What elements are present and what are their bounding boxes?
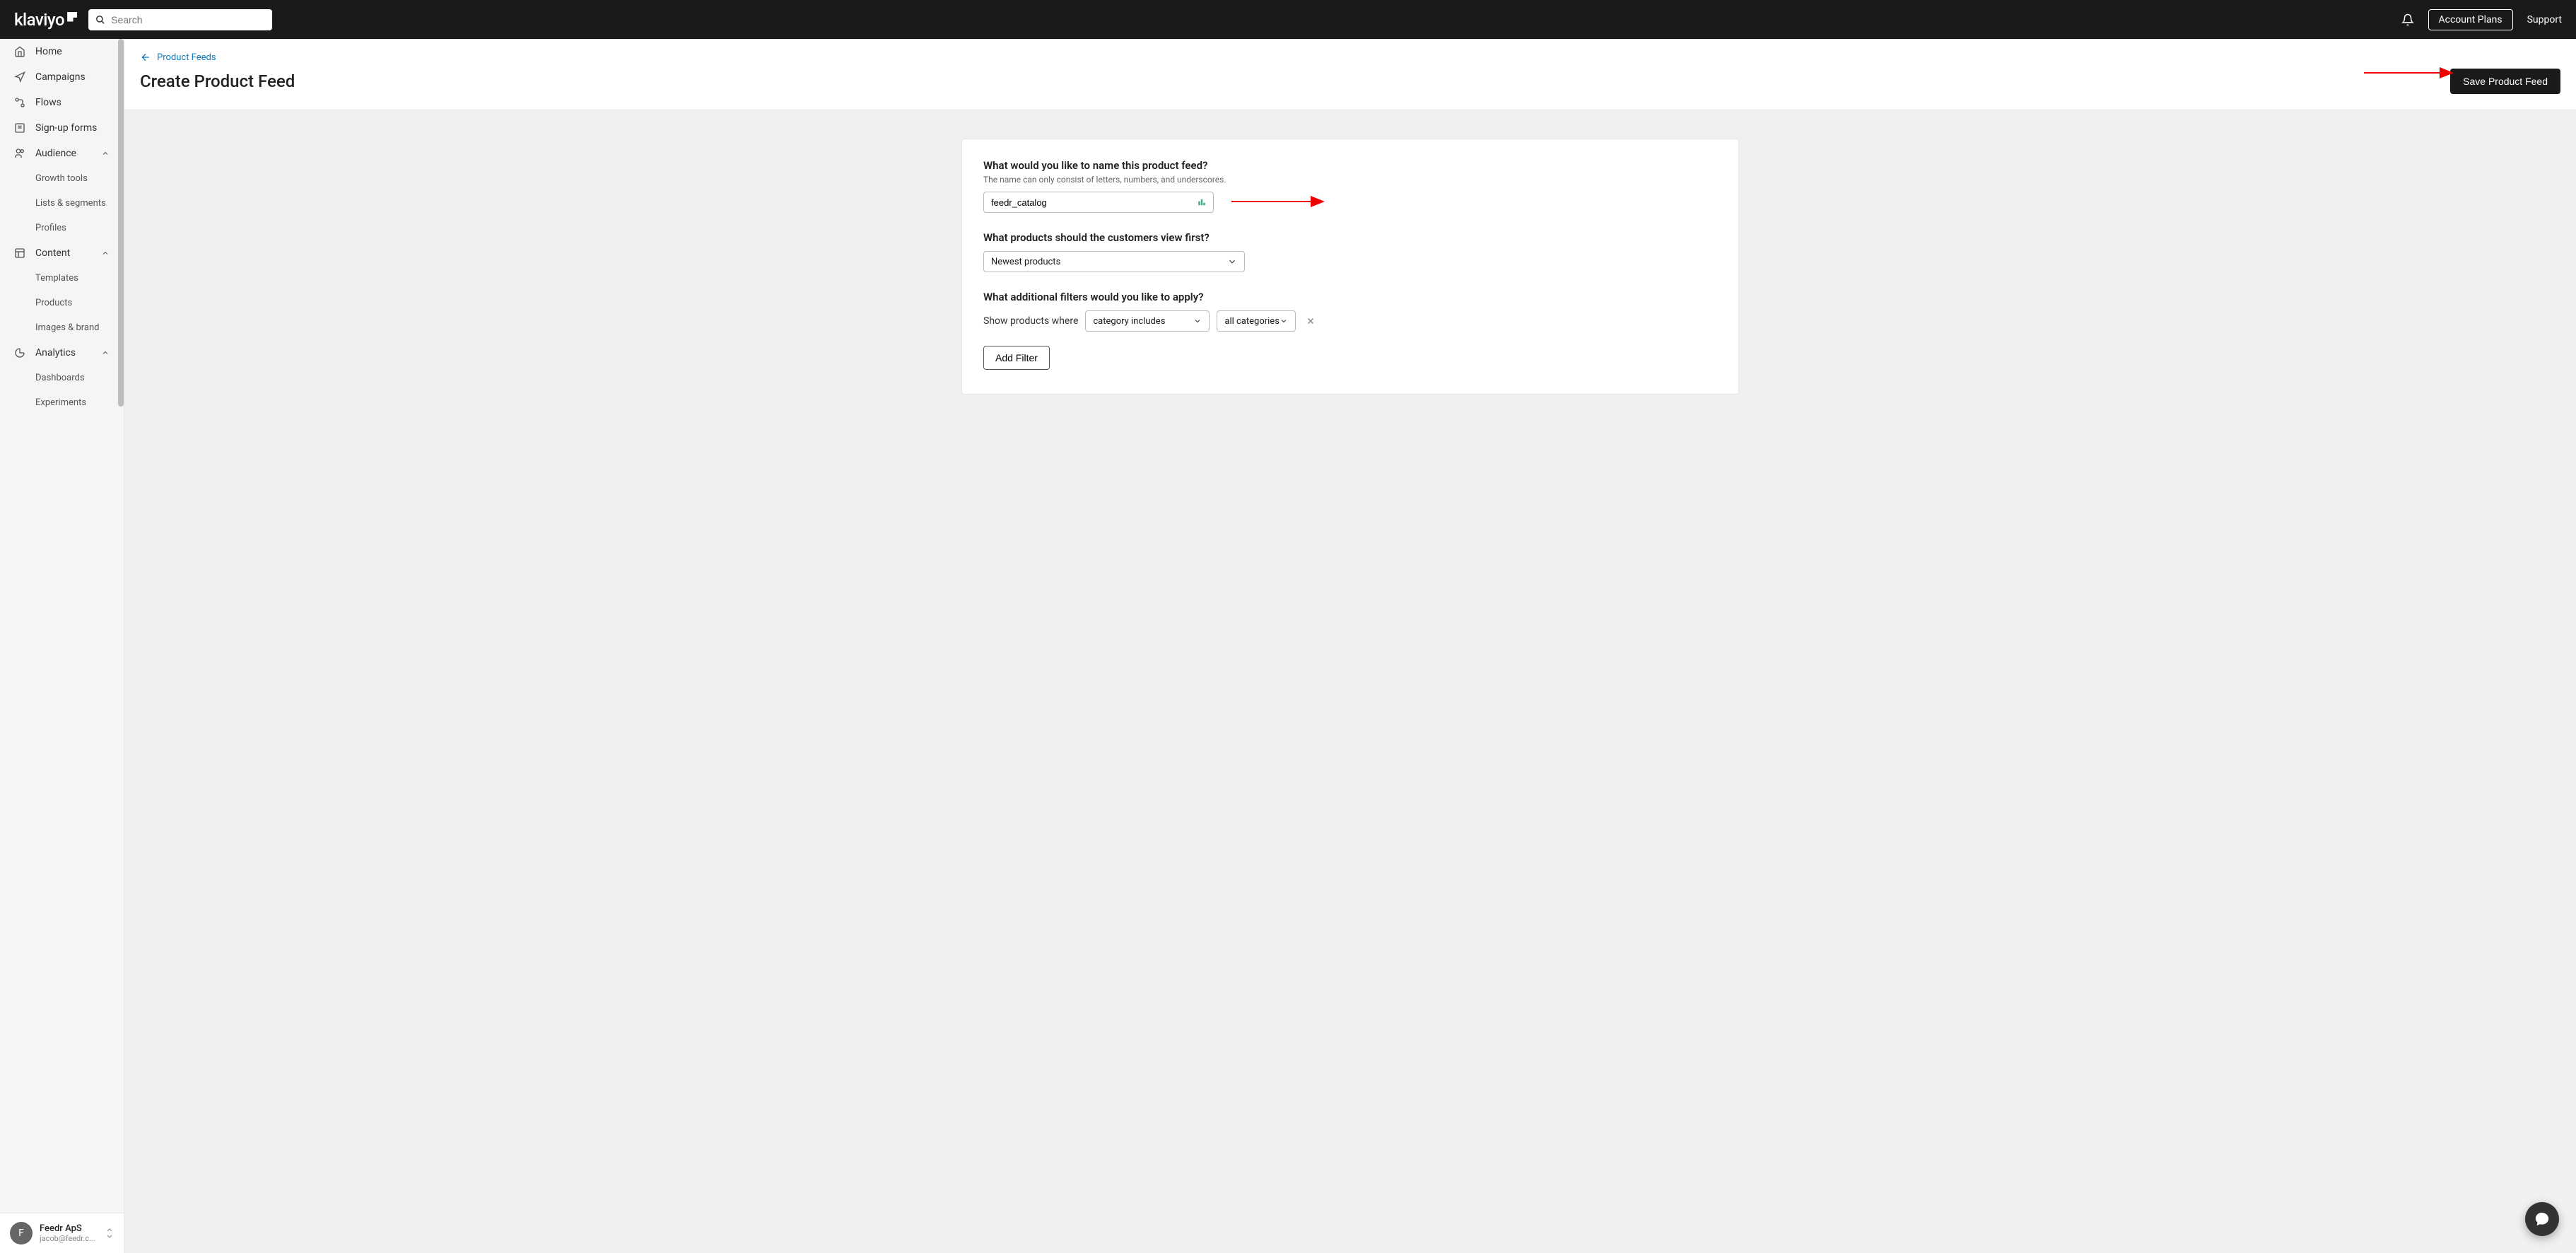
chat-fab[interactable] [2525,1202,2559,1236]
nav-label: Campaigns [35,71,86,83]
filter-val-value: all categories [1224,316,1280,327]
main-content: Product Feeds Create Product Feed Save P… [124,39,2576,1253]
nav-signup-forms[interactable]: Sign-up forms [0,115,124,141]
nav-label: Analytics [35,347,76,359]
chevron-down-icon [1227,257,1237,267]
search-input[interactable] [111,14,265,25]
feed-name-input-wrap[interactable] [983,192,1214,213]
save-button[interactable]: Save Product Feed [2450,69,2560,94]
nav-content[interactable]: Content [0,240,124,266]
question-sort: What products should the customers view … [983,231,1717,244]
nav-analytics[interactable]: Analytics [0,340,124,366]
filter-op-select[interactable]: category includes [1085,310,1210,332]
account-switcher[interactable]: F Feedr ApS jacob@feedr.c... [0,1213,124,1253]
remove-filter-button[interactable] [1303,316,1318,326]
nav-experiments[interactable]: Experiments [0,390,124,415]
nav-profiles[interactable]: Profiles [0,216,124,240]
avatar: F [10,1222,33,1245]
nav-label: Content [35,247,70,259]
nav-label: Flows [35,97,62,108]
question-filters: What additional filters would you like t… [983,291,1717,303]
home-icon [14,46,25,57]
nav-products[interactable]: Products [0,291,124,315]
nav-campaigns[interactable]: Campaigns [0,64,124,90]
nav-dashboards[interactable]: Dashboards [0,366,124,390]
form-card: What would you like to name this product… [961,139,1739,395]
chevron-up-icon [101,349,110,357]
nav-growth-tools[interactable]: Growth tools [0,166,124,191]
hint-name: The name can only consist of letters, nu… [983,175,1717,185]
sidebar-scrollbar[interactable] [118,39,124,407]
nav-label: Audience [35,148,76,159]
page-title: Create Product Feed [140,71,295,91]
logo-text: klaviyo [14,10,64,30]
feed-name-input[interactable] [991,197,1198,208]
filter-value-select[interactable]: all categories [1217,310,1296,332]
chevron-updown-icon [105,1228,114,1239]
add-filter-button[interactable]: Add Filter [983,346,1050,370]
close-icon [1306,316,1316,326]
chevron-up-icon [101,149,110,158]
support-link[interactable]: Support [2527,14,2562,25]
nav-images-brand[interactable]: Images & brand [0,315,124,340]
chart-icon [14,347,25,359]
search-box[interactable] [88,9,272,30]
search-icon [95,15,105,25]
filter-prefix: Show products where [983,315,1078,327]
nav-lists-segments[interactable]: Lists & segments [0,191,124,216]
logo[interactable]: klaviyo [14,10,77,30]
sort-select[interactable]: Newest products [983,251,1245,272]
chevron-down-icon [1193,317,1202,325]
nav-flows[interactable]: Flows [0,90,124,115]
sort-value: Newest products [991,257,1060,267]
account-plans-button[interactable]: Account Plans [2428,9,2513,30]
content-icon [14,247,25,259]
account-email: jacob@feedr.c... [40,1234,98,1243]
topbar: klaviyo Account Plans Support [0,0,2576,39]
chat-icon [2534,1211,2550,1227]
flow-icon [14,97,25,108]
logo-mark-icon [67,12,77,22]
chevron-down-icon [1280,317,1288,325]
back-label: Product Feeds [157,52,216,63]
sidebar: Home Campaigns Flows Sign-up forms Audie… [0,39,124,1253]
nav-templates[interactable]: Templates [0,266,124,291]
input-suggest-icon[interactable] [1198,198,1206,206]
filter-op-value: category includes [1093,316,1165,327]
question-name: What would you like to name this product… [983,159,1717,172]
form-icon [14,122,25,134]
nav-label: Sign-up forms [35,122,97,134]
nav-home[interactable]: Home [0,39,124,64]
chevron-up-icon [101,249,110,257]
back-link[interactable]: Product Feeds [140,52,2560,63]
annotation-arrow-name [1224,194,1330,209]
account-name: Feedr ApS [40,1223,98,1234]
page-header: Product Feeds Create Product Feed Save P… [124,39,2576,110]
bell-icon[interactable] [2401,13,2414,26]
people-icon [14,148,25,159]
send-icon [14,71,25,83]
nav-label: Home [35,46,62,57]
arrow-left-icon [140,52,151,63]
nav-audience[interactable]: Audience [0,141,124,166]
